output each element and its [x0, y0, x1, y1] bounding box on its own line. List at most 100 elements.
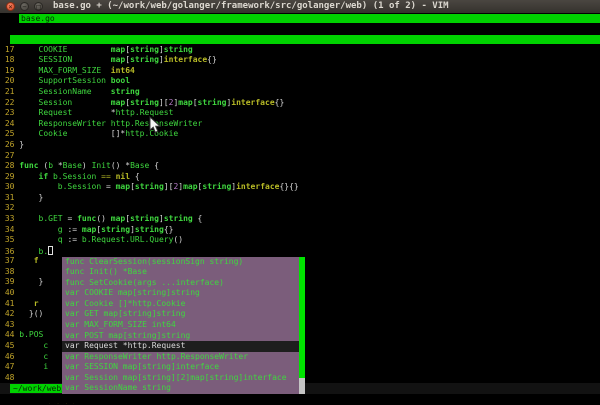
code-token: Cookie: [19, 129, 111, 138]
line-number: 23: [0, 108, 19, 117]
completion-item[interactable]: func SetCookie(args ...interface): [62, 278, 299, 289]
line-number: 48: [0, 373, 19, 382]
mbe-status-line: 3 -MiniBufExplorer- [-][none,utf-8,unix]…: [0, 34, 600, 45]
completion-item-list: func ClearSession(sessionSign string)fun…: [62, 257, 299, 395]
close-button[interactable]: ×: [6, 2, 15, 11]
code-line[interactable]: 32: [0, 203, 600, 214]
code-line[interactable]: 21 SessionName string: [0, 87, 600, 98]
code-line[interactable]: 36 b.: [0, 246, 600, 257]
code-line[interactable]: 33 b.GET = func() map[string]string {: [0, 214, 600, 225]
popup-scrollbar-track: [299, 378, 305, 395]
completion-item[interactable]: var ResponseWriter http.ResponseWriter: [62, 352, 299, 363]
completion-item[interactable]: var COOKIE map[string]string: [62, 288, 299, 299]
completion-item[interactable]: var MAX_FORM_SIZE int64: [62, 320, 299, 331]
code-token: b: [48, 161, 58, 170]
line-number: 27: [0, 151, 19, 160]
code-line[interactable]: 17 COOKIE map[string]string: [0, 45, 600, 56]
code-token: }: [39, 193, 44, 202]
line-number: 45: [0, 341, 19, 350]
code-token: http.Request: [116, 108, 174, 117]
popup-scrollbar[interactable]: [299, 257, 305, 395]
completion-item[interactable]: var GET map[string]string: [62, 309, 299, 320]
code-token: string: [202, 182, 231, 191]
line-number: 18: [0, 55, 19, 64]
code-token: SupportSession: [19, 76, 111, 85]
completion-item[interactable]: var SessionName string: [62, 383, 299, 394]
completion-item[interactable]: var POST map[string]string: [62, 331, 299, 342]
line-number: 34: [0, 225, 19, 234]
popup-scrollbar-thumb[interactable]: [299, 257, 305, 378]
maximize-button[interactable]: □: [34, 2, 43, 11]
completion-item-selected[interactable]: var Request *http.Request: [62, 341, 299, 352]
code-line[interactable]: 19 MAX_FORM_SIZE int64: [0, 66, 600, 77]
code-line[interactable]: 23 Request *http.Request: [0, 108, 600, 119]
code-token: ][: [159, 98, 169, 107]
line-number: 25: [0, 129, 19, 138]
code-token: [19, 256, 33, 265]
code-line[interactable]: 28 func (b *Base) Init() *Base {: [0, 161, 600, 172]
completion-item[interactable]: var Session map[string][2]map[string]int…: [62, 373, 299, 384]
code-token: b.: [19, 247, 48, 256]
code-token: i: [19, 362, 48, 371]
line-number: 36: [0, 247, 19, 256]
completion-item[interactable]: func ClearSession(sessionSign string): [62, 257, 299, 268]
code-token: () *: [111, 161, 130, 170]
code-token: b.GET: [19, 214, 67, 223]
code-token: map: [111, 214, 125, 223]
line-number: 37: [0, 256, 19, 265]
code-token: nil: [116, 172, 135, 181]
code-line[interactable]: 35 q := b.Request.URL.Query(): [0, 235, 600, 246]
minimize-icon: −: [21, 2, 28, 12]
code-token: map: [183, 182, 197, 191]
code-token: map: [111, 45, 125, 54]
minimize-button[interactable]: −: [20, 2, 29, 11]
code-line[interactable]: 26 }: [0, 140, 600, 151]
line-number: 28: [0, 161, 19, 170]
code-token: interface: [164, 55, 207, 64]
code-token: Request: [19, 108, 111, 117]
completion-item[interactable]: var Cookie []*http.Cookie: [62, 299, 299, 310]
code-line[interactable]: 30 b.Session = map[string][2]map[string]…: [0, 182, 600, 193]
line-number: 35: [0, 235, 19, 244]
code-token: string: [101, 225, 130, 234]
code-line[interactable]: 22 Session map[string][2]map[string]inte…: [0, 98, 600, 109]
code-token: ][: [164, 182, 174, 191]
line-number: 43: [0, 320, 19, 329]
code-line[interactable]: 27: [0, 151, 600, 162]
line-number: 26: [0, 140, 19, 149]
window-title: base.go + (~/work/web/golanger/framework…: [53, 1, 449, 12]
code-token: b.Request.URL.Query: [82, 235, 174, 244]
code-token: {}{}: [279, 182, 298, 191]
line-number: 21: [0, 87, 19, 96]
code-line[interactable]: 34 g := map[string]string{}: [0, 225, 600, 236]
code-line[interactable]: 24 ResponseWriter http.ResponseWriter: [0, 119, 600, 130]
code-line[interactable]: 18 SESSION map[string]interface{}: [0, 55, 600, 66]
code-line[interactable]: 25 Cookie []*http.Cookie: [0, 129, 600, 140]
code-token: [19, 277, 38, 286]
code-token: map: [116, 182, 130, 191]
code-token: string: [198, 98, 227, 107]
code-token: (): [96, 214, 110, 223]
code-token: (): [173, 235, 183, 244]
completion-item[interactable]: var SESSION map[string]interface: [62, 362, 299, 373]
completion-item[interactable]: func Init() *Base: [62, 267, 299, 278]
code-token: SESSION: [19, 55, 111, 64]
line-number: 20: [0, 76, 19, 85]
line-number: 33: [0, 214, 19, 223]
code-line[interactable]: 29 if b.Session == nil {: [0, 172, 600, 183]
code-token: :=: [67, 225, 81, 234]
code-token: func: [77, 214, 96, 223]
code-token: q: [19, 235, 67, 244]
completion-popup: func ClearSession(sessionSign string)fun…: [62, 257, 305, 395]
code-token: {: [198, 214, 203, 223]
code-token: =: [106, 182, 116, 191]
code-token: [19, 193, 38, 202]
code-line[interactable]: 20 SupportSession bool: [0, 76, 600, 87]
code-token: ==: [101, 172, 115, 181]
code-token: {}: [164, 225, 174, 234]
line-number: 40: [0, 288, 19, 297]
code-line[interactable]: 31 }: [0, 193, 600, 204]
line-number: 29: [0, 172, 19, 181]
code-token: func: [19, 161, 43, 170]
tab-current[interactable]: base.go: [19, 14, 600, 24]
